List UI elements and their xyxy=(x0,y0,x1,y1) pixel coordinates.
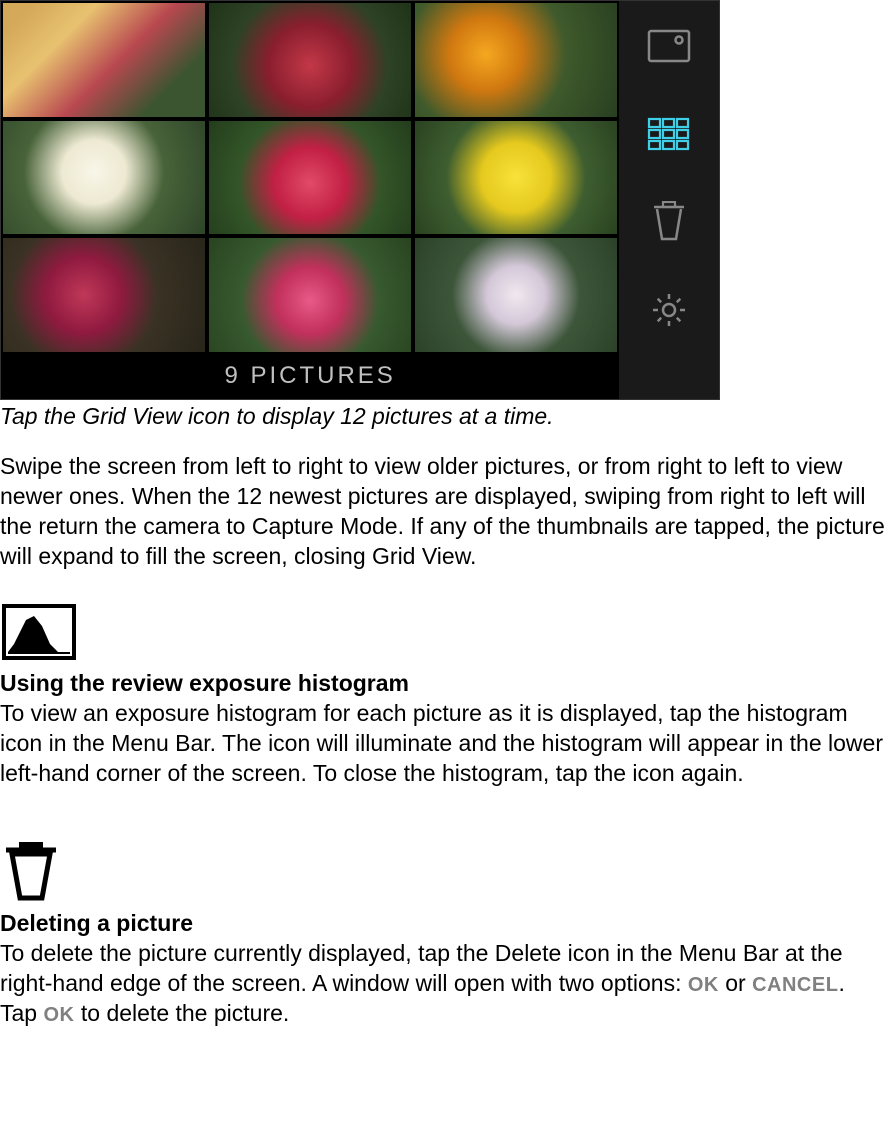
ok-label: OK xyxy=(688,974,719,996)
swipe-instructions: Swipe the screen from left to right to v… xyxy=(0,452,887,572)
ok-label-2: OK xyxy=(43,1004,74,1026)
cancel-label: CANCEL xyxy=(752,974,838,996)
histogram-heading: Using the review exposure histogram xyxy=(0,670,409,696)
deleting-section: Deleting a picture To delete the picture… xyxy=(0,909,887,1029)
photo-grid xyxy=(1,1,619,354)
histogram-icon xyxy=(0,599,80,665)
thumbnail[interactable] xyxy=(209,3,411,117)
deleting-body-part4: to delete the picture. xyxy=(74,1000,289,1026)
thumbnail[interactable] xyxy=(415,121,617,235)
figure-caption: Tap the Grid View icon to display 12 pic… xyxy=(0,402,887,432)
thumbnail[interactable] xyxy=(209,121,411,235)
thumbnail[interactable] xyxy=(415,3,617,117)
grid-icon[interactable] xyxy=(642,107,696,161)
thumbnail[interactable] xyxy=(415,238,617,352)
pictures-count-label: 9 PICTURES xyxy=(1,354,619,399)
camera-icon[interactable] xyxy=(642,19,696,73)
delete-icon xyxy=(0,839,80,905)
deleting-body-part2: or xyxy=(719,970,752,996)
histogram-section: Using the review exposure histogram To v… xyxy=(0,669,887,789)
gear-icon[interactable] xyxy=(642,283,696,337)
trash-icon[interactable] xyxy=(642,195,696,249)
histogram-body: To view an exposure histogram for each p… xyxy=(0,700,883,786)
thumbnail[interactable] xyxy=(3,3,205,117)
camera-gridview-screenshot: 9 PICTURES xyxy=(0,0,720,400)
photo-area: 9 PICTURES xyxy=(1,1,619,399)
thumbnail[interactable] xyxy=(209,238,411,352)
menu-bar xyxy=(619,1,719,399)
deleting-heading: Deleting a picture xyxy=(0,910,193,936)
thumbnail[interactable] xyxy=(3,121,205,235)
thumbnail[interactable] xyxy=(3,238,205,352)
